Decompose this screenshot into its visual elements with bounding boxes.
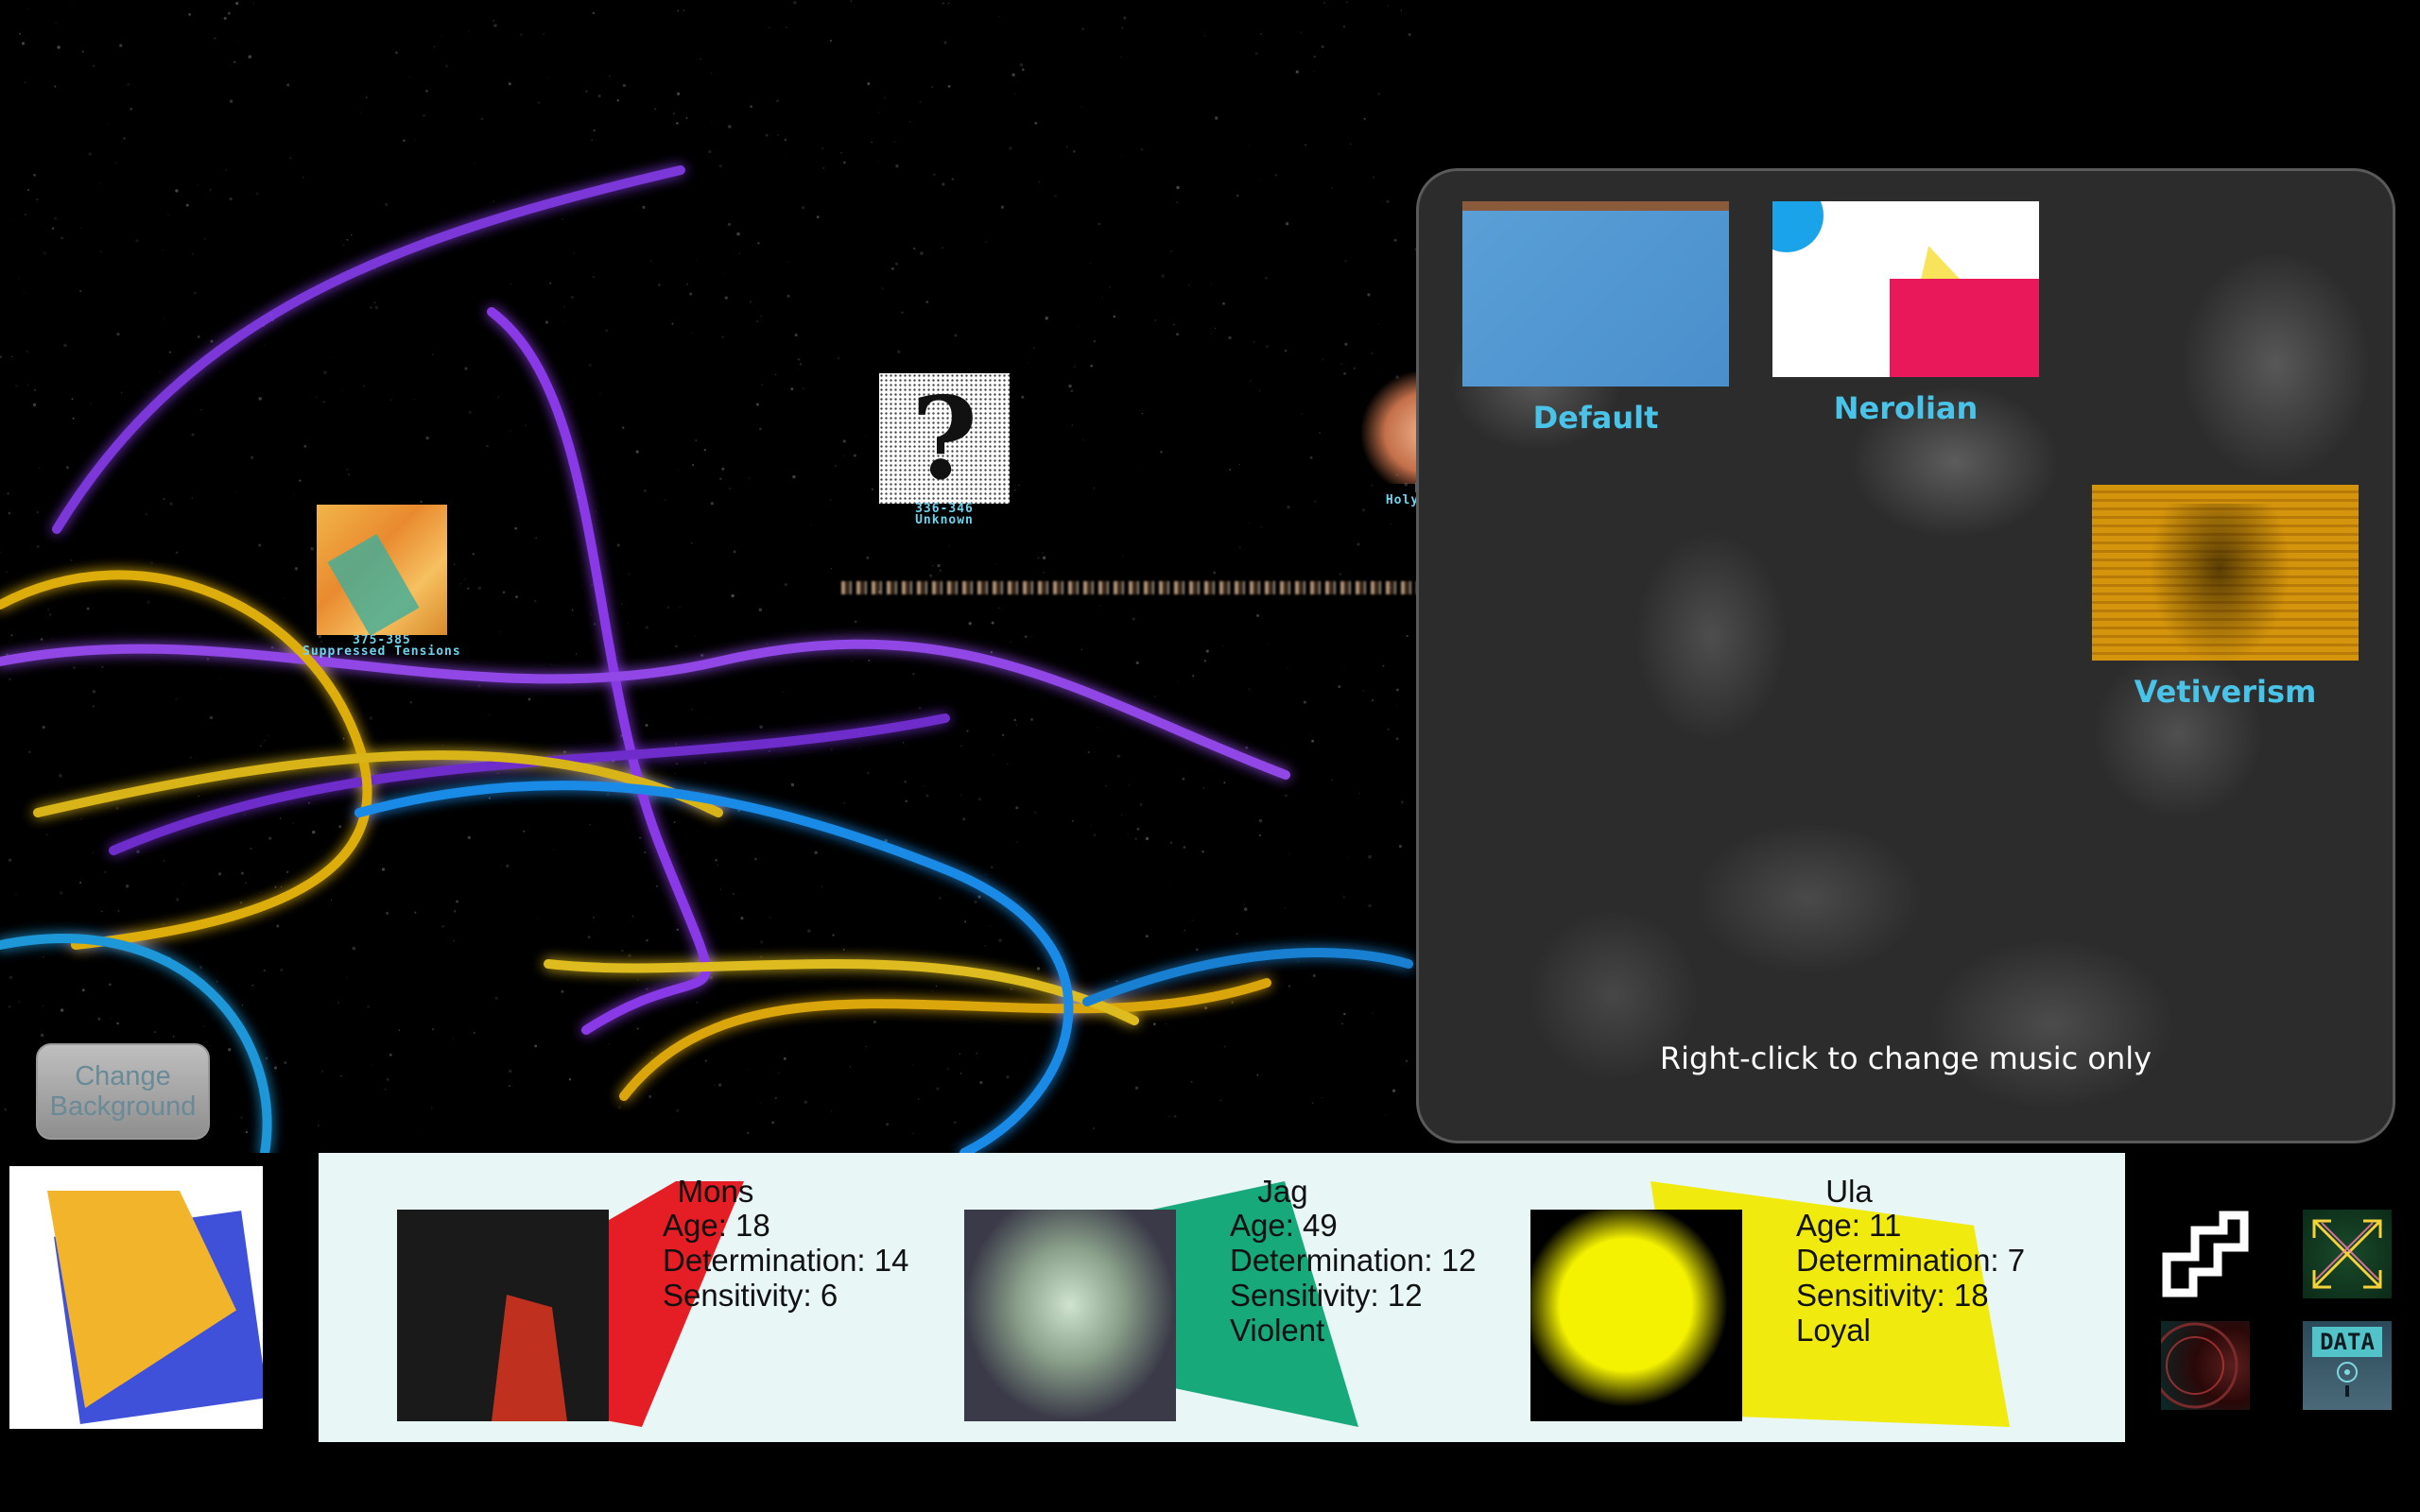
stat-age: Age: 49 — [1230, 1208, 1338, 1243]
suppressed-tensions-thumbnail — [316, 505, 447, 635]
current-theme-thumbnail[interactable] — [9, 1166, 263, 1429]
era-name: Unknown — [915, 513, 974, 527]
stat-trait: Loyal — [1796, 1313, 1871, 1348]
character-name: Ula — [1825, 1174, 1873, 1209]
character-stats: Age: 18 Determination: 14 Sensitivity: 6 — [663, 1208, 908, 1313]
expand-icon-graphic — [2312, 1219, 2382, 1289]
theme-option-nerolian[interactable]: Nerolian — [1772, 201, 2039, 426]
era-name: Suppressed Tensions — [302, 644, 461, 659]
theme-option-vetiverism[interactable]: Vetiverism — [2092, 485, 2359, 710]
character-name: Jag — [1257, 1174, 1308, 1209]
theme-label: Default — [1532, 400, 1659, 436]
blue-trail — [1082, 948, 1413, 1006]
era-node-suppressed-tensions[interactable]: 375-385 Suppressed Tensions — [302, 505, 461, 658]
stairs-icon[interactable] — [2161, 1210, 2250, 1298]
era-node-unknown[interactable]: ? 336-346 Unknown — [879, 372, 1010, 527]
jag-portrait — [964, 1210, 1176, 1421]
stat-determination: Determination: 7 — [1796, 1243, 2026, 1278]
default-theme-swatch — [1462, 201, 1729, 387]
theme-selection-panel: Default Nerolian Vetiverism Right-click … — [1416, 168, 2395, 1143]
character-stats: Age: 49 Determination: 12 Sensitivity: 1… — [1230, 1208, 1476, 1348]
character-card-ula[interactable]: Ula Age: 11 Determination: 7 Sensitivity… — [1452, 1153, 2025, 1442]
stat-trait: Violent — [1230, 1313, 1325, 1348]
light-trails — [0, 165, 1413, 1153]
data-disk-icon[interactable]: DATA — [2303, 1321, 2392, 1410]
character-card-jag[interactable]: Jag Age: 49 Determination: 12 Sensitivit… — [886, 1153, 1476, 1442]
stat-age: Age: 11 — [1796, 1208, 1902, 1243]
pink-rectangle-shape — [1890, 279, 2039, 377]
yellow-trail — [619, 978, 1271, 1101]
music-hint: Right-click to change music only — [1659, 1040, 2152, 1076]
stat-age: Age: 18 — [663, 1208, 770, 1243]
stat-sensitivity: Sensitivity: 6 — [663, 1278, 838, 1313]
button-label-line2: Background — [49, 1091, 197, 1122]
record-icon-graphic — [2152, 1322, 2238, 1409]
expand-icon[interactable] — [2303, 1210, 2392, 1298]
unknown-era-thumbnail: ? — [879, 372, 1010, 506]
timeline-dust-trail — [841, 581, 1465, 594]
character-name: Mons — [677, 1174, 754, 1209]
ula-portrait — [1530, 1210, 1742, 1421]
theme-option-default[interactable]: Default — [1462, 201, 1729, 436]
mons-portrait — [397, 1210, 609, 1421]
stairs-icon-graphic — [2162, 1211, 2249, 1297]
theme-label: Vetiverism — [2134, 674, 2317, 710]
data-label: DATA — [2312, 1327, 2382, 1357]
character-roster: Mons Age: 18 Determination: 14 Sensitivi… — [319, 1153, 2125, 1442]
floppy-disk-icon — [2337, 1362, 2358, 1397]
nerolian-theme-swatch — [1772, 201, 2039, 377]
stat-sensitivity: Sensitivity: 12 — [1230, 1278, 1423, 1313]
record-icon[interactable] — [2152, 1321, 2250, 1410]
blue-circle-shape — [1772, 201, 1824, 252]
stat-sensitivity: Sensitivity: 18 — [1796, 1278, 1989, 1313]
stat-determination: Determination: 14 — [663, 1243, 909, 1278]
theme-label: Nerolian — [1833, 390, 1979, 426]
purple-trail — [52, 165, 685, 534]
character-card-mons[interactable]: Mons Age: 18 Determination: 14 Sensitivi… — [319, 1153, 908, 1442]
character-stats: Age: 11 Determination: 7 Sensitivity: 18… — [1796, 1208, 2025, 1348]
vetiverism-theme-swatch — [2092, 485, 2359, 661]
stat-determination: Determination: 12 — [1230, 1243, 1477, 1278]
change-background-button[interactable]: Change Background — [36, 1043, 210, 1140]
button-label-line1: Change — [75, 1061, 171, 1091]
